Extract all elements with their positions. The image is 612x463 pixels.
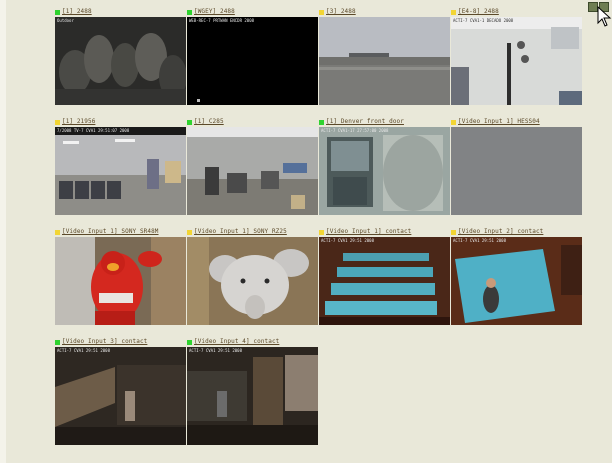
camera-tile-3[interactable]: [3] 2488 bbox=[319, 7, 450, 105]
camera-label-text: [Video Input 1] SONY SR48M bbox=[62, 228, 159, 235]
camera-label[interactable]: [Video Input 1] contact bbox=[319, 227, 450, 237]
camera-tile-5[interactable]: [1] 21956 7/2008 TV-7 CVA1 29:51:07 2008 bbox=[55, 117, 186, 215]
camera-image bbox=[187, 347, 318, 445]
camera-image bbox=[451, 237, 582, 325]
camera-label-text: [Video Input 1] HESS04 bbox=[458, 118, 540, 125]
camera-osd-text: ACTI-7 CVA1-17 27:57:00 2008 bbox=[321, 128, 389, 133]
camera-osd-text: 7/2008 TV-7 CVA1 29:51:07 2008 bbox=[57, 128, 130, 133]
status-indicator bbox=[451, 229, 456, 235]
camera-image bbox=[451, 17, 582, 105]
camera-image bbox=[55, 347, 186, 445]
camera-label[interactable]: [3] 2488 bbox=[319, 7, 450, 17]
camera-osd-text: ACTI-7 CVA1 29:51 2008 bbox=[57, 348, 110, 353]
camera-feed[interactable]: ACTI-7 CVA1 29:51 2008 bbox=[187, 347, 318, 445]
status-indicator bbox=[319, 229, 324, 235]
camera-image bbox=[319, 17, 450, 105]
status-indicator bbox=[319, 119, 324, 125]
camera-tile-14[interactable]: [Video Input 4] contact ACTI-7 CVA1 29:5… bbox=[187, 337, 318, 445]
camera-label[interactable]: [Video Input 2] contact bbox=[451, 227, 582, 237]
window-left-edge bbox=[0, 0, 6, 463]
camera-image bbox=[187, 17, 318, 105]
camera-feed[interactable]: ACTI-7 CVA1-1 DECADO 2008 bbox=[451, 17, 582, 105]
camera-feed[interactable]: WEB-REC-7 PRTWAN ENCDR 2008 bbox=[187, 17, 318, 105]
camera-feed[interactable] bbox=[55, 237, 186, 325]
camera-tile-4[interactable]: [E4-8] 2488 ACTI-7 CVA1-1 DECADO 2008 bbox=[451, 7, 582, 105]
camera-label[interactable]: [Video Input 4] contact bbox=[187, 337, 318, 347]
camera-feed[interactable] bbox=[187, 237, 318, 325]
camera-osd-text: ACTI-7 CVA1-1 DECADO 2008 bbox=[453, 18, 514, 23]
camera-label[interactable]: [Video Input 1] SONY SR48M bbox=[55, 227, 186, 237]
camera-label[interactable]: [1] C285 bbox=[187, 117, 318, 127]
camera-label[interactable]: [E4-8] 2488 bbox=[451, 7, 582, 17]
camera-tile-8[interactable]: [Video Input 1] HESS04 bbox=[451, 117, 582, 215]
camera-tile-10[interactable]: [Video Input 1] SONY RZ25 bbox=[187, 227, 318, 325]
camera-label[interactable]: [Video Input 1] HESS04 bbox=[451, 117, 582, 127]
status-indicator bbox=[451, 9, 456, 15]
status-indicator bbox=[187, 339, 192, 345]
camera-osd-text: Outdoor bbox=[57, 18, 74, 23]
camera-label-text: [1] C285 bbox=[194, 118, 224, 125]
status-indicator bbox=[187, 9, 192, 15]
camera-label-text: [1] 2488 bbox=[62, 8, 92, 15]
camera-feed[interactable]: ACTI-7 CVA1 29:51 2008 bbox=[451, 237, 582, 325]
camera-label-text: [Video Input 1] SONY RZ25 bbox=[194, 228, 287, 235]
camera-tile-9[interactable]: [Video Input 1] SONY SR48M bbox=[55, 227, 186, 325]
camera-feed[interactable]: 7/2008 TV-7 CVA1 29:51:07 2008 bbox=[55, 127, 186, 215]
camera-osd-text: WEB-REC-7 PRTWAN ENCDR 2008 bbox=[189, 18, 255, 23]
camera-tile-11[interactable]: [Video Input 1] contact ACTI-7 CVA1 29:5… bbox=[319, 227, 450, 325]
status-indicator bbox=[55, 229, 60, 235]
camera-tile-2[interactable]: [WGEY] 2488 WEB-REC-7 PRTWAN ENCDR 2008 bbox=[187, 7, 318, 105]
camera-label-text: [1] 21956 bbox=[62, 118, 96, 125]
camera-image bbox=[451, 127, 582, 215]
camera-osd-text: ACTI-7 CVA1 29:51 2008 bbox=[321, 238, 374, 243]
camera-tile-12[interactable]: [Video Input 2] contact ACTI-7 CVA1 29:5… bbox=[451, 227, 582, 325]
camera-label-text: [E4-8] 2488 bbox=[458, 8, 499, 15]
status-indicator bbox=[55, 9, 60, 15]
status-indicator bbox=[55, 119, 60, 125]
camera-feed[interactable]: ACTI-7 CVA1 29:51 2008 bbox=[55, 347, 186, 445]
camera-osd-text: ACTI-7 CVA1 29:51 2008 bbox=[189, 348, 242, 353]
camera-label-text: [WGEY] 2488 bbox=[194, 8, 235, 15]
camera-label[interactable]: [1] 2488 bbox=[55, 7, 186, 17]
camera-label[interactable]: [Video Input 3] contact bbox=[55, 337, 186, 347]
camera-tile-13[interactable]: [Video Input 3] contact ACTI-7 CVA1 29:5… bbox=[55, 337, 186, 445]
status-indicator bbox=[319, 9, 324, 15]
camera-feed[interactable]: ACTI-7 CVA1-17 27:57:00 2008 bbox=[319, 127, 450, 215]
camera-label[interactable]: [1] 21956 bbox=[55, 117, 186, 127]
camera-image bbox=[319, 237, 450, 325]
camera-label-text: [Video Input 3] contact bbox=[62, 338, 148, 345]
camera-label-text: [Video Input 1] contact bbox=[326, 228, 412, 235]
mouse-pointer-icon bbox=[597, 6, 612, 27]
camera-image bbox=[187, 237, 318, 325]
camera-tile-1[interactable]: [1] 2488 Outdoor bbox=[55, 7, 186, 105]
camera-image bbox=[319, 127, 450, 215]
camera-label-text: [3] 2488 bbox=[326, 8, 356, 15]
camera-feed[interactable] bbox=[451, 127, 582, 215]
camera-image bbox=[55, 17, 186, 105]
camera-image bbox=[55, 237, 186, 325]
camera-label[interactable]: [WGEY] 2488 bbox=[187, 7, 318, 17]
camera-image bbox=[187, 127, 318, 215]
status-indicator bbox=[187, 229, 192, 235]
camera-label-text: [Video Input 2] contact bbox=[458, 228, 544, 235]
status-indicator bbox=[451, 119, 456, 125]
status-indicator bbox=[55, 339, 60, 345]
camera-feed[interactable]: ACTI-7 CVA1 29:51 2008 bbox=[319, 237, 450, 325]
camera-tile-6[interactable]: [1] C285 bbox=[187, 117, 318, 215]
camera-tile-7[interactable]: [1] Denver front door ACTI-7 CVA1-17 27:… bbox=[319, 117, 450, 215]
camera-image bbox=[55, 127, 186, 215]
camera-feed[interactable] bbox=[187, 127, 318, 215]
camera-label-text: [Video Input 4] contact bbox=[194, 338, 280, 345]
camera-label-text: [1] Denver front door bbox=[326, 118, 404, 125]
camera-feed[interactable] bbox=[319, 17, 450, 105]
camera-osd-text: ACTI-7 CVA1 29:51 2008 bbox=[453, 238, 506, 243]
camera-feed[interactable]: Outdoor bbox=[55, 17, 186, 105]
camera-label[interactable]: [1] Denver front door bbox=[319, 117, 450, 127]
camera-label[interactable]: [Video Input 1] SONY RZ25 bbox=[187, 227, 318, 237]
status-indicator bbox=[187, 119, 192, 125]
